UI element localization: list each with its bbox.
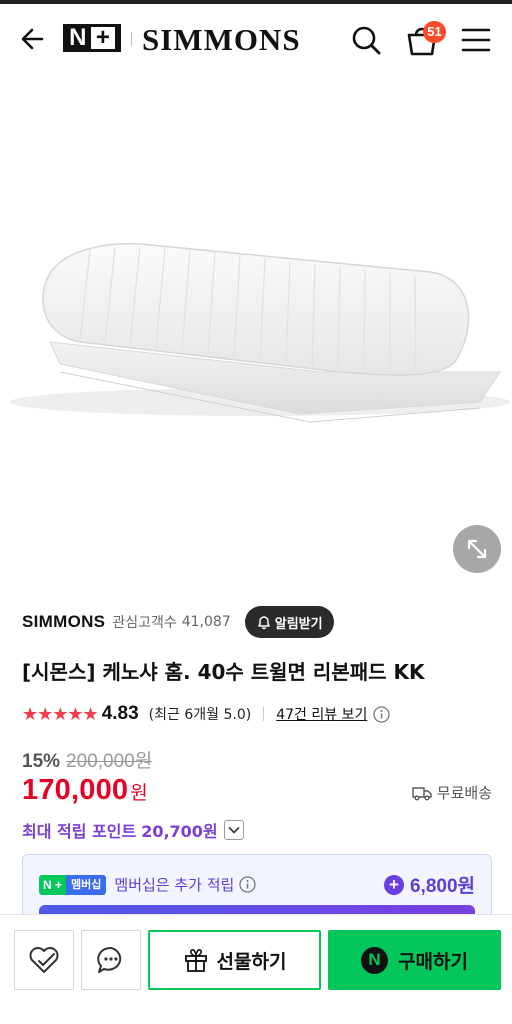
rating-recent: (최근 6개월 5.0) <box>148 707 252 723</box>
rating-value: 4.83 <box>101 703 139 724</box>
truck-icon <box>412 786 432 800</box>
menu-icon <box>461 28 491 52</box>
naver-pay-icon: N <box>361 946 389 974</box>
chevron-down-icon <box>228 826 240 834</box>
original-price: 200,000원 <box>66 751 153 772</box>
max-points-value: 20,700원 <box>141 822 218 841</box>
currency-unit: 원 <box>130 782 148 804</box>
sale-price: 170,000 <box>22 774 129 806</box>
brand-name[interactable]: SIMMONS <box>22 612 105 632</box>
product-image[interactable] <box>0 72 512 584</box>
folded-pad-illustration <box>10 243 510 423</box>
buy-label: 구매하기 <box>398 950 468 973</box>
alarm-label: 알림받기 <box>274 616 323 632</box>
membership-banner-notch <box>64 855 82 863</box>
logo-divider <box>131 32 132 46</box>
bottom-action-bar: 선물하기 N 구매하기 <box>0 914 512 1024</box>
discount-rate: 15% <box>22 751 61 772</box>
gift-label: 선물하기 <box>216 950 287 973</box>
interest-label: 관심고객수 <box>112 615 177 631</box>
interest-count: 41,087 <box>181 614 231 630</box>
alarm-button[interactable]: 알림받기 <box>244 606 334 638</box>
expand-image-button[interactable] <box>453 525 501 573</box>
np-logo-plus: + <box>90 24 115 51</box>
gift-icon <box>184 949 207 972</box>
plus-circle-icon: + <box>383 874 404 895</box>
naver-plus-logo[interactable]: N + <box>63 24 121 52</box>
chat-icon <box>97 946 122 973</box>
wishlist-button[interactable] <box>14 930 74 990</box>
rating-row: ★★★★★ 4.83 (최근 6개월 5.0) 47건 리뷰 보기 <box>22 702 390 726</box>
np-logo-n: N <box>69 24 87 51</box>
info-icon[interactable] <box>373 705 390 723</box>
search-icon <box>352 26 381 55</box>
back-button[interactable] <box>18 24 48 54</box>
membership-text: 멤버십은 추가 적립 <box>114 876 235 894</box>
product-title: [시몬스] 케노샤 홈. 40수 트윌면 리본패드 KK <box>22 660 425 684</box>
review-link[interactable]: 47건 리뷰 보기 <box>276 704 367 724</box>
rating-divider <box>263 707 265 721</box>
gift-button[interactable]: 선물하기 <box>148 930 321 990</box>
shipping-info: 무료배송 <box>412 782 492 803</box>
discount-row: 15% 200,000원 <box>22 746 152 773</box>
heart-check-icon <box>29 947 59 973</box>
cart-count-badge: 51 <box>423 21 446 43</box>
membership-badge-text: 멤버십 <box>66 874 107 895</box>
expand-icon <box>467 539 487 559</box>
store-logo[interactable]: SIMMONS <box>142 22 301 58</box>
points-dropdown-button[interactable] <box>223 820 244 840</box>
max-points-label: 최대 적립 포인트 <box>22 822 137 841</box>
membership-badge-np: N + <box>39 874 67 895</box>
membership-badge: N + 멤버십 <box>39 874 107 895</box>
header: N + SIMMONS 51 <box>0 4 512 72</box>
membership-points-value: 6,800원 <box>409 876 475 897</box>
membership-row: N + 멤버십 멤버십은 추가 적립 + 6,800원 <box>39 871 475 898</box>
max-points-row[interactable]: 최대 적립 포인트 20,700원 <box>22 818 244 842</box>
bell-icon <box>257 616 270 630</box>
rating-stars: ★★★★★ <box>22 703 99 725</box>
talk-button[interactable] <box>81 930 141 990</box>
search-button[interactable] <box>350 24 382 56</box>
back-arrow-icon <box>21 28 44 50</box>
menu-button[interactable] <box>460 26 492 54</box>
price-row: 170,000 원 <box>22 774 148 807</box>
buy-button[interactable]: N 구매하기 <box>328 930 501 990</box>
membership-points: + 6,800원 <box>383 871 475 898</box>
shipping-label: 무료배송 <box>436 784 492 802</box>
brand-row: SIMMONS 관심고객수 41,087 알림받기 <box>22 606 334 638</box>
membership-info-icon[interactable] <box>239 876 256 893</box>
